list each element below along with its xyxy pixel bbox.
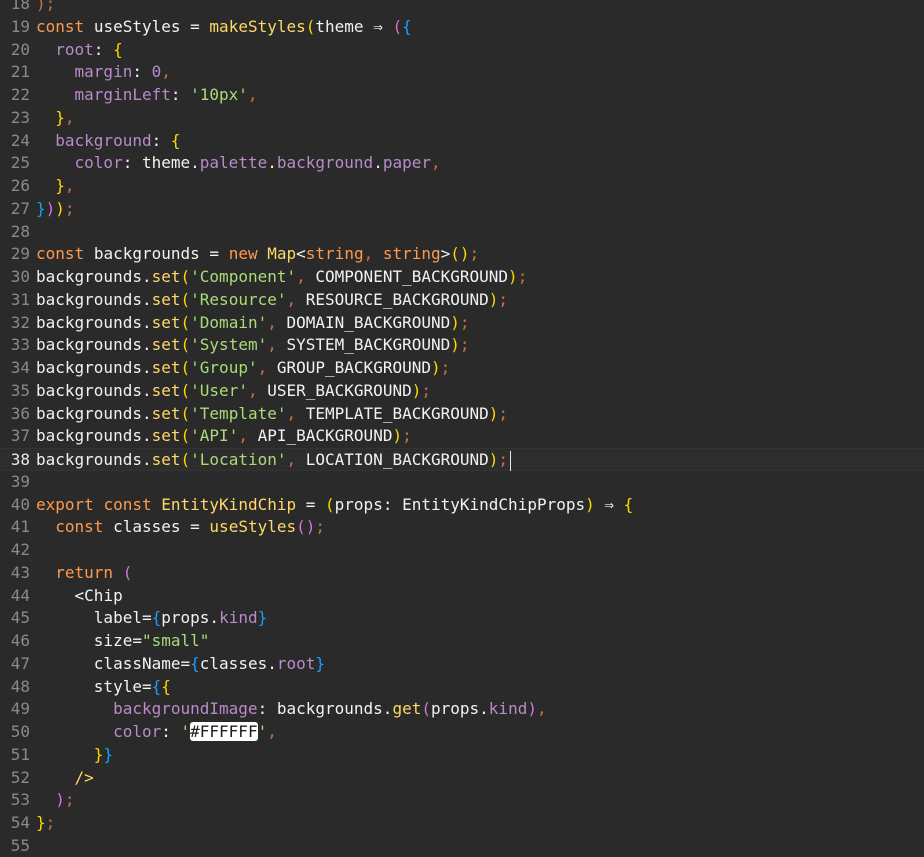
code-line[interactable]: 31 backgrounds.set('Resource', RESOURCE_… [0, 289, 924, 312]
line-number: 22 [10, 85, 30, 104]
line-number: 43 [10, 562, 30, 582]
line-number: 47 [10, 653, 30, 673]
line-number: 24 [10, 130, 30, 150]
code-line[interactable]: 42 [0, 539, 924, 562]
line-number: 23 [10, 107, 30, 127]
code-line[interactable]: 24 background: { [0, 130, 924, 153]
code-line[interactable]: 43 return ( [0, 562, 924, 585]
current-code-line[interactable]: 38 backgrounds.set('Location', LOCATION_… [0, 448, 924, 471]
code-line[interactable]: 26 }, [0, 175, 924, 198]
code-lines: 18 ); 19 const useStyles = makeStyles(th… [0, 0, 924, 857]
line-number: 51 [10, 744, 30, 764]
line-number: 53 [10, 790, 30, 810]
code-line[interactable]: 34 backgrounds.set('Group', GROUP_BACKGR… [0, 357, 924, 380]
code-line[interactable]: 39 [0, 471, 924, 494]
code-line[interactable]: 50 color: '#FFFFFF', [0, 721, 924, 744]
line-number: 46 [10, 631, 30, 650]
line-number: 41 [10, 517, 30, 537]
line-number: 44 [10, 585, 30, 605]
code-line[interactable]: 23 }, [0, 107, 924, 130]
code-line[interactable]: 48 style={{ [0, 676, 924, 699]
code-line[interactable]: 49 backgroundImage: backgrounds.get(prop… [0, 698, 924, 721]
code-line[interactable]: 37 backgrounds.set('API', API_BACKGROUND… [0, 425, 924, 448]
line-number: 30 [10, 267, 30, 286]
line-number: 54 [10, 813, 30, 832]
line-number: 38 [10, 450, 30, 469]
line-number: 33 [10, 335, 30, 355]
line-number: 21 [10, 62, 30, 82]
line-number: 48 [10, 676, 30, 696]
line-number: 27 [10, 198, 30, 218]
code-line[interactable]: 44 <Chip [0, 585, 924, 608]
line-number: 29 [10, 244, 30, 264]
code-line[interactable]: 41 const classes = useStyles(); [0, 516, 924, 539]
code-line[interactable]: 29 const backgrounds = new Map<string, s… [0, 243, 924, 266]
line-number: 19 [10, 16, 30, 36]
line-number: 39 [10, 471, 30, 491]
line-number: 49 [10, 699, 30, 719]
code-line[interactable]: 40 export const EntityKindChip = (props:… [0, 494, 924, 517]
code-line[interactable]: 21 margin: 0, [0, 61, 924, 84]
line-number: 40 [10, 494, 30, 514]
code-line[interactable]: 52 /> [0, 767, 924, 790]
code-line[interactable]: 32 backgrounds.set('Domain', DOMAIN_BACK… [0, 312, 924, 335]
line-number: 35 [10, 380, 30, 400]
line-number: 52 [10, 767, 30, 787]
code-line[interactable]: 53 ); [0, 789, 924, 812]
code-line[interactable]: 36 backgrounds.set('Template', TEMPLATE_… [0, 403, 924, 426]
code-line[interactable]: 25 color: theme.palette.background.paper… [0, 152, 924, 175]
code-line[interactable]: 51 }} [0, 744, 924, 767]
color-swatch-highlight[interactable]: #FFFFFF [190, 722, 258, 741]
line-number: 50 [10, 722, 30, 741]
code-line[interactable]: 45 label={props.kind} [0, 607, 924, 630]
code-line[interactable]: 22 marginLeft: '10px', [0, 84, 924, 107]
line-number: 28 [10, 221, 30, 241]
line-number: 42 [10, 540, 30, 559]
code-line[interactable]: 30 backgrounds.set('Component', COMPONEN… [0, 266, 924, 289]
code-line[interactable]: 54 }; [0, 812, 924, 835]
text-cursor [510, 450, 512, 471]
line-number: 36 [10, 403, 30, 423]
code-line[interactable]: 18 ); [0, 0, 924, 16]
code-line[interactable]: 35 backgrounds.set('User', USER_BACKGROU… [0, 380, 924, 403]
code-line[interactable]: 28 [0, 221, 924, 244]
line-number: 25 [10, 153, 30, 173]
code-line[interactable]: 27 })); [0, 198, 924, 221]
line-number: 32 [10, 312, 30, 332]
line-number: 34 [10, 358, 30, 377]
line-number: 55 [10, 835, 30, 855]
code-line[interactable]: 33 backgrounds.set('System', SYSTEM_BACK… [0, 334, 924, 357]
line-number: 31 [10, 289, 30, 309]
code-line[interactable]: 19 const useStyles = makeStyles(theme ⇒ … [0, 16, 924, 39]
code-line[interactable]: 20 root: { [0, 39, 924, 62]
line-number: 18 [10, 0, 30, 13]
line-number: 20 [10, 39, 30, 59]
code-line[interactable]: 47 className={classes.root} [0, 653, 924, 676]
code-line[interactable]: 55 [0, 835, 924, 857]
line-number: 45 [10, 608, 30, 628]
code-editor[interactable]: 18 ); 19 const useStyles = makeStyles(th… [0, 0, 924, 857]
line-number: 37 [10, 426, 30, 446]
line-number: 26 [10, 176, 30, 195]
code-line[interactable]: 46 size="small" [0, 630, 924, 653]
